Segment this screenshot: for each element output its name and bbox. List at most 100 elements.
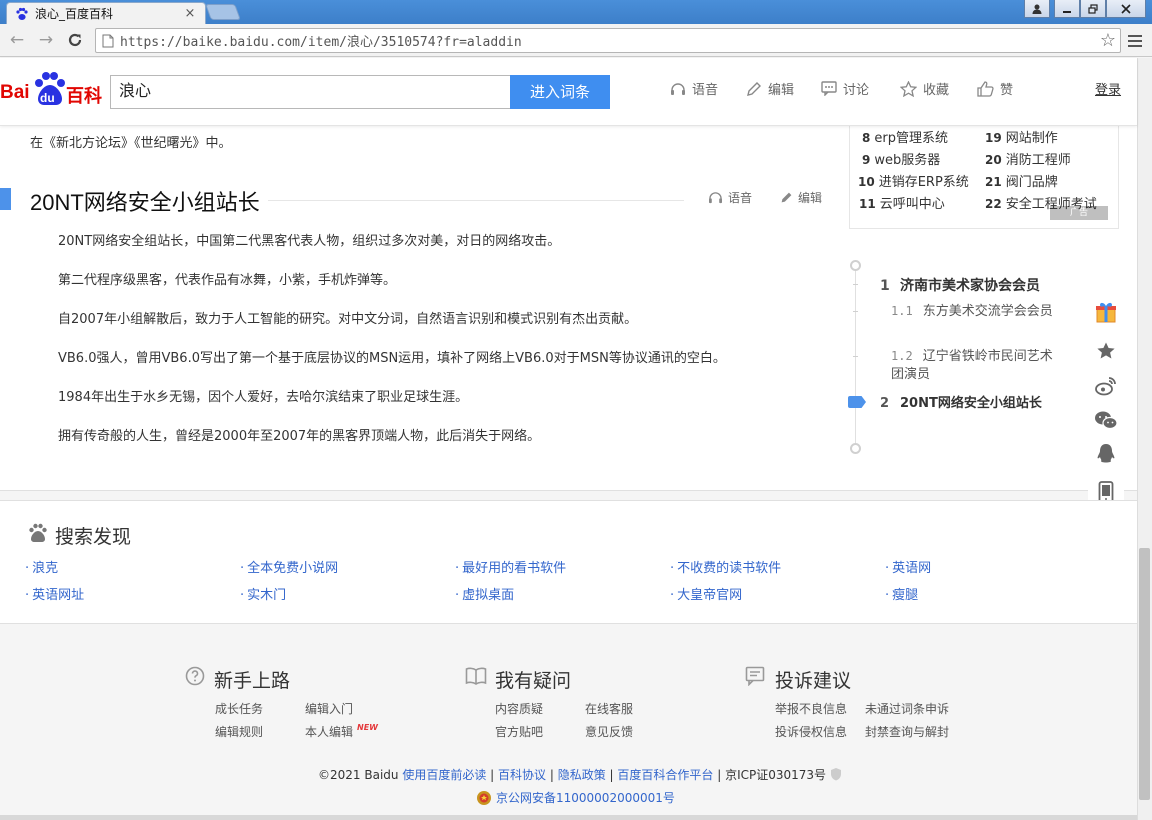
discover-link[interactable]: 浪克: [25, 557, 58, 576]
discover-link[interactable]: 瘦腿: [885, 584, 918, 603]
discover-link[interactable]: 大皇帝官网: [670, 584, 742, 603]
footer-link[interactable]: 官方贴吧: [495, 723, 543, 740]
pencil-icon: [781, 192, 792, 203]
toc-top-dot: [850, 260, 861, 271]
footer-policy-link[interactable]: 百度百科合作平台: [617, 768, 713, 782]
footer-link[interactable]: 本人编辑: [305, 723, 353, 740]
footer-link[interactable]: 成长任务: [215, 700, 263, 717]
related-num: 19: [985, 131, 1002, 145]
related-num: 20: [985, 153, 1002, 167]
gift-button[interactable]: [1094, 300, 1118, 324]
header-voice-label: 语音: [692, 83, 719, 98]
section-title: 20NT网络安全小组站长: [30, 185, 268, 217]
header-favorite-label: 收藏: [923, 83, 950, 98]
footer-link[interactable]: 举报不良信息: [775, 700, 847, 717]
close-icon: [1121, 3, 1131, 14]
header-favorite-button[interactable]: 收藏: [900, 79, 949, 98]
browser-menu-icon[interactable]: [1126, 32, 1144, 50]
footer-link[interactable]: 在线客服: [585, 700, 633, 717]
header-like-button[interactable]: 赞: [977, 79, 1013, 98]
beian-text: 京公网安备11000002000001号: [496, 791, 675, 805]
discover-link[interactable]: 英语网址: [25, 584, 84, 603]
footer-link[interactable]: 未通过词条申诉: [865, 700, 949, 717]
related-item[interactable]: 8 erp管理系统: [862, 127, 948, 146]
footer-policy-link[interactable]: 隐私政策: [558, 768, 606, 782]
related-item[interactable]: 10 进销存ERP系统: [858, 171, 969, 190]
related-label: 进销存ERP系统: [878, 175, 969, 190]
related-num: 9: [862, 153, 871, 167]
footer-link[interactable]: 意见反馈: [585, 723, 633, 740]
browser-titlebar: 浪心_百度百科 ×: [0, 0, 1152, 24]
paragraph: 1984年出生于水乡无锡，因个人爱好，去哈尔滨结束了职业足球生涯。: [58, 390, 469, 405]
ad-mark[interactable]: 广告: [1050, 206, 1108, 220]
related-label: 网站制作: [1005, 131, 1058, 146]
toc-bottom-dot: [850, 443, 861, 454]
toc-num: 1.2: [891, 349, 913, 363]
discover-link[interactable]: 虚拟桌面: [455, 584, 514, 603]
horizontal-scrollbar[interactable]: [0, 815, 1137, 820]
discover-link[interactable]: 实木门: [240, 584, 286, 603]
discover-link[interactable]: 英语网: [885, 557, 931, 576]
toc-item-1[interactable]: 1 济南市美术家协会会员: [880, 275, 1040, 295]
header-voice-button[interactable]: 语音: [670, 79, 718, 98]
section-edit-button[interactable]: 编辑: [780, 189, 822, 206]
toc-item-2[interactable]: 2 20NT网络安全小组站长: [880, 392, 1042, 411]
user-profile-button[interactable]: [1024, 0, 1050, 18]
logo-du: du: [40, 91, 55, 105]
toc-tick: [853, 311, 858, 312]
close-window-button[interactable]: [1106, 0, 1146, 18]
side-favorite-button[interactable]: [1094, 339, 1118, 363]
qq-share-button[interactable]: [1094, 442, 1118, 466]
bookmark-star-icon[interactable]: ☆: [1096, 30, 1120, 51]
baike-header: Bai du 百科 浪心 进入词条 语音 编辑 讨论 收藏 赞 登录: [0, 58, 1137, 126]
minimize-button[interactable]: [1054, 0, 1080, 18]
section-voice-button[interactable]: 语音: [708, 189, 752, 206]
back-button[interactable]: ←: [6, 30, 28, 50]
footer-link[interactable]: 编辑入门: [305, 700, 353, 717]
footer-policy-link[interactable]: 百科协议: [498, 768, 546, 782]
new-tab-button[interactable]: [205, 4, 241, 20]
restore-button[interactable]: [1080, 0, 1106, 18]
wechat-share-button[interactable]: [1094, 408, 1118, 432]
related-item[interactable]: 11 云呼叫中心: [859, 193, 945, 212]
header-discuss-button[interactable]: 讨论: [821, 79, 869, 98]
related-item[interactable]: 9 web服务器: [862, 149, 940, 168]
footer-link[interactable]: 内容质疑: [495, 700, 543, 717]
discover-link[interactable]: 最好用的看书软件: [455, 557, 566, 576]
related-label: web服务器: [874, 153, 941, 168]
beian-link[interactable]: 京公网安备11000002000001号: [476, 789, 675, 806]
footer-policy-link[interactable]: 使用百度前必读: [402, 768, 486, 782]
discover-link[interactable]: 不收费的读书软件: [670, 557, 781, 576]
tab-close-icon[interactable]: ×: [183, 6, 197, 21]
forward-button[interactable]: →: [35, 30, 57, 50]
browser-tab[interactable]: 浪心_百度百科 ×: [6, 2, 206, 24]
related-item[interactable]: 19 网站制作: [985, 127, 1058, 146]
article-main: 在《新北方论坛》《世纪曙光》中。 20NT网络安全小组站长 语音 编辑 20NT…: [0, 125, 1137, 491]
url-text[interactable]: https://baike.baidu.com/item/浪心/3510574?…: [120, 31, 1096, 50]
related-num: 8: [862, 131, 871, 145]
baidu-baike-logo[interactable]: Bai du 百科: [0, 72, 102, 108]
paragraph: VB6.0强人，曾用VB6.0写出了第一个基于底层协议的MSN运用，填补了网络上…: [58, 351, 726, 366]
logo-bai: Bai: [0, 82, 30, 103]
related-item[interactable]: 20 消防工程师: [985, 149, 1071, 168]
weibo-share-button[interactable]: [1094, 374, 1118, 398]
footer-link[interactable]: 封禁查询与解封: [865, 723, 949, 740]
address-bar[interactable]: https://baike.baidu.com/item/浪心/3510574?…: [95, 28, 1121, 53]
enter-entry-button[interactable]: 进入词条: [510, 75, 610, 109]
search-input[interactable]: 浪心: [110, 75, 511, 109]
header-edit-button[interactable]: 编辑: [746, 79, 794, 98]
toc-item-1-2[interactable]: 1.2 辽宁省铁岭市民间艺术团演员: [891, 347, 1056, 384]
toc-item-1-1[interactable]: 1.1 东方美术交流学会会员: [891, 302, 1056, 321]
vertical-scroll-thumb[interactable]: [1139, 548, 1150, 800]
logo-baike: 百科: [66, 86, 102, 106]
reload-button[interactable]: [64, 30, 86, 50]
login-link[interactable]: 登录: [1095, 79, 1121, 98]
related-item[interactable]: 21 阀门品牌: [985, 171, 1058, 190]
baidu-paw-icon: [15, 7, 29, 21]
footer-link[interactable]: 编辑规则: [215, 723, 263, 740]
footer-link[interactable]: 投诉侵权信息: [775, 723, 847, 740]
pencil-icon: [747, 81, 761, 96]
qq-penguin-icon: [1097, 444, 1115, 463]
new-badge: NEW: [357, 723, 378, 732]
discover-link[interactable]: 全本免费小说网: [240, 557, 338, 576]
